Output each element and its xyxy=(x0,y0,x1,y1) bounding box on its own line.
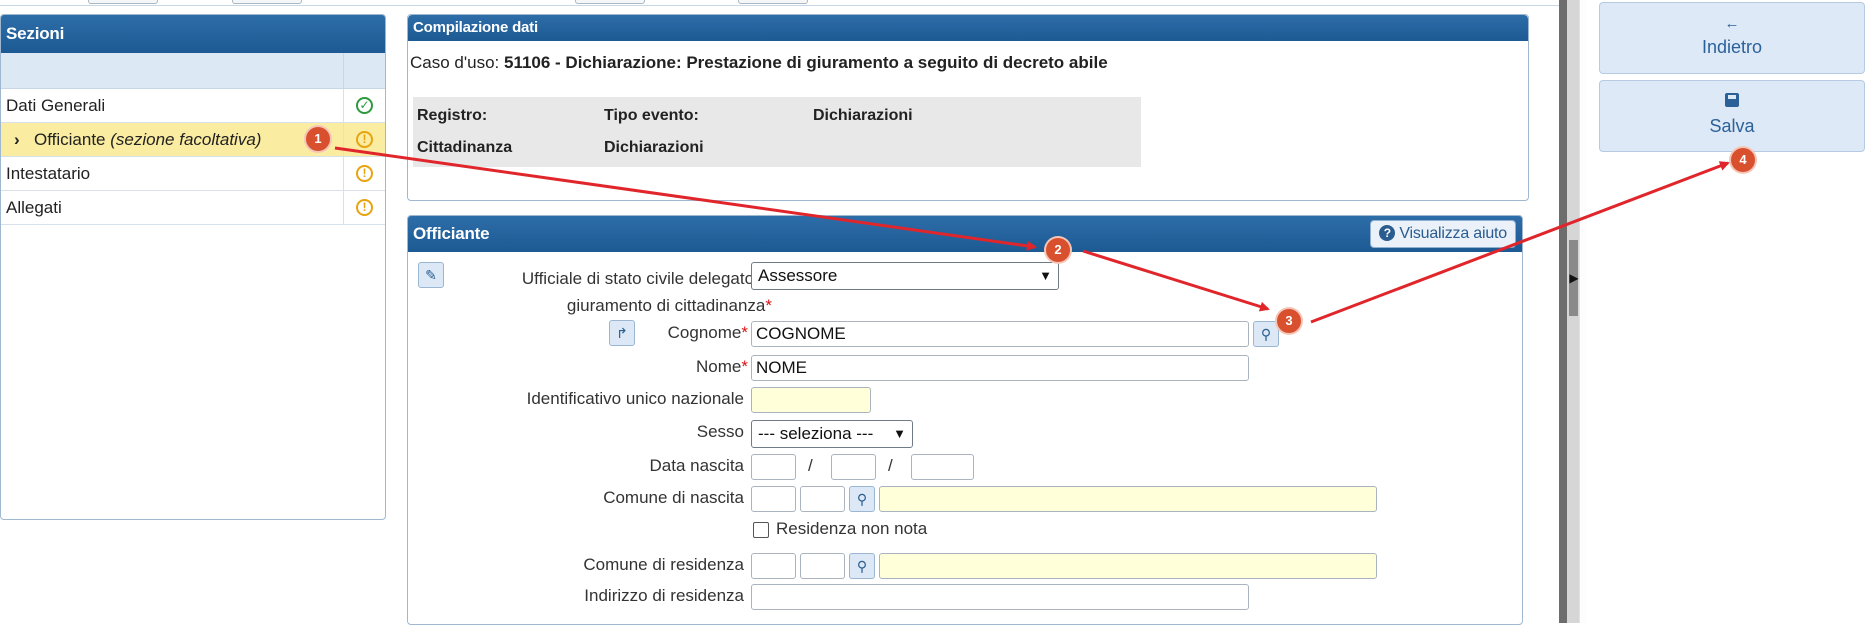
help-icon: ? xyxy=(1379,225,1396,241)
residenza-non-nota-checkbox[interactable] xyxy=(753,522,769,538)
caso-uso: Caso d'uso: 51106 - Dichiarazione: Prest… xyxy=(410,53,1108,73)
officiante-panel-title: Officiante ? Visualizza aiuto xyxy=(408,216,1522,252)
ufficiale-label: Ufficiale di stato civile delegato al gi… xyxy=(438,265,772,319)
comune-residenza-province-input[interactable] xyxy=(800,553,845,579)
comune-nascita-province-input[interactable] xyxy=(800,486,845,512)
back-button-label: Indietro xyxy=(1701,37,1763,57)
registro-info-table: Registro: Tipo evento: Dichiarazioni Cit… xyxy=(413,97,1141,167)
search-icon[interactable]: ⚲ xyxy=(849,486,875,512)
comune-residenza-name-input[interactable] xyxy=(879,553,1377,579)
section-item-label: Allegati xyxy=(6,198,62,217)
tipo-evento-value-2: Dichiarazioni xyxy=(604,139,704,156)
sesso-select[interactable]: --- seleziona --- ▼ xyxy=(751,420,913,448)
caso-uso-label: Caso d'uso: xyxy=(410,53,500,72)
top-toolbar-stub[interactable] xyxy=(738,0,808,4)
top-toolbar-stub[interactable] xyxy=(232,0,302,4)
arrow-left-icon: ← xyxy=(1724,15,1740,32)
annotation-badge-3: 3 xyxy=(1277,309,1301,333)
splitter-edge xyxy=(1579,0,1587,623)
required-mark: * xyxy=(741,357,748,376)
nome-label: Nome* xyxy=(558,357,748,377)
comune-nascita-name-input[interactable] xyxy=(879,486,1377,512)
nome-label-text: Nome xyxy=(696,357,742,376)
warning-circle-icon: ! xyxy=(356,198,373,216)
top-toolbar-stub[interactable] xyxy=(88,0,158,4)
sections-panel: Sezioni Dati Generali ✓ › Officiante (sez… xyxy=(0,14,386,520)
cognome-label-text: Cognome xyxy=(667,323,742,342)
residenza-non-nota-label: Residenza non nota xyxy=(776,519,928,538)
search-icon[interactable]: ⚲ xyxy=(1253,321,1279,347)
top-toolbar-strip xyxy=(0,0,1560,6)
indirizzo-residenza-label: Indirizzo di residenza xyxy=(584,586,744,605)
warning-circle-icon: ! xyxy=(356,130,373,148)
data-nascita-day-input[interactable] xyxy=(751,454,796,480)
registro-label: Registro: xyxy=(417,107,488,124)
caso-uso-value: 51106 - Dichiarazione: Prestazione di gi… xyxy=(503,53,1108,72)
annotation-badge-2: 2 xyxy=(1046,238,1070,262)
annotation-badge-1: 1 xyxy=(306,127,330,151)
section-item-label: Dati Generali xyxy=(6,96,106,115)
comune-residenza-code-input[interactable] xyxy=(751,553,796,579)
officiante-title: Officiante xyxy=(413,224,490,243)
back-button[interactable]: ← Indietro xyxy=(1599,2,1865,74)
sections-subheader xyxy=(1,53,385,89)
help-button[interactable]: ? Visualizza aiuto xyxy=(1370,220,1516,248)
cognome-input[interactable]: COGNOME xyxy=(751,321,1249,347)
date-separator: / xyxy=(888,456,893,475)
search-icon[interactable]: ⚲ xyxy=(849,553,875,579)
sections-panel-title: Sezioni xyxy=(1,15,385,53)
section-item-allegati[interactable]: Allegati ! xyxy=(1,191,385,225)
ufficiale-label-line2: giuramento di cittadinanza xyxy=(566,296,766,315)
section-item-label: Intestatario xyxy=(6,164,91,183)
comune-residenza-label: Comune di residenza xyxy=(583,555,744,574)
comune-nascita-code-input[interactable] xyxy=(751,486,796,512)
save-button-label: Salva xyxy=(1709,116,1755,136)
section-item-label: Officiante xyxy=(34,130,106,149)
compilazione-panel-title: Compilazione dati xyxy=(408,15,1528,41)
floppy-disk-icon xyxy=(1600,93,1864,112)
top-toolbar-stub[interactable] xyxy=(575,0,645,4)
chevron-down-icon: ▼ xyxy=(893,426,906,441)
sesso-select-value: --- seleziona --- xyxy=(758,424,874,443)
comune-nascita-label: Comune di nascita xyxy=(603,488,744,507)
compilazione-panel: Compilazione dati Caso d'uso: 51106 - Di… xyxy=(407,14,1529,201)
section-item-dati-generali[interactable]: Dati Generali ✓ xyxy=(1,89,385,123)
chevron-down-icon: ▼ xyxy=(1039,268,1052,283)
registro-value: Cittadinanza xyxy=(417,139,513,156)
annotation-badge-4: 4 xyxy=(1731,148,1755,172)
data-nascita-label: Data nascita xyxy=(649,456,745,475)
date-separator: / xyxy=(808,456,813,475)
sesso-label: Sesso xyxy=(696,422,744,441)
ufficiale-label-line1: Ufficiale di stato civile delegato al xyxy=(521,269,772,288)
identificativo-label: Identificativo unico nazionale xyxy=(526,389,744,408)
warning-circle-icon: ! xyxy=(356,164,373,182)
data-nascita-month-input[interactable] xyxy=(831,454,876,480)
required-mark: * xyxy=(765,296,772,315)
check-circle-icon: ✓ xyxy=(356,96,373,114)
required-mark: * xyxy=(741,323,748,342)
cognome-label: Cognome* xyxy=(558,323,748,343)
data-nascita-year-input[interactable] xyxy=(911,454,974,480)
ufficiale-select-value: Assessore xyxy=(758,266,838,285)
splitter-bar xyxy=(1559,0,1567,623)
identificativo-input[interactable] xyxy=(751,387,871,413)
officiante-panel: Officiante ? Visualizza aiuto ✎ Ufficiale… xyxy=(407,215,1523,625)
section-item-intestatario[interactable]: Intestatario ! xyxy=(1,157,385,191)
save-button[interactable]: Salva xyxy=(1599,80,1865,152)
chevron-right-icon: › xyxy=(14,130,20,149)
ufficiale-select[interactable]: Assessore ▼ xyxy=(751,262,1059,290)
section-item-optional-note: (sezione facoltativa) xyxy=(110,130,262,149)
indirizzo-residenza-input[interactable] xyxy=(751,584,1249,610)
tipo-evento-value: Dichiarazioni xyxy=(813,107,913,124)
tipo-evento-label: Tipo evento: xyxy=(604,107,699,124)
nome-input[interactable]: NOME xyxy=(751,355,1249,381)
help-button-label: Visualizza aiuto xyxy=(1399,225,1507,242)
